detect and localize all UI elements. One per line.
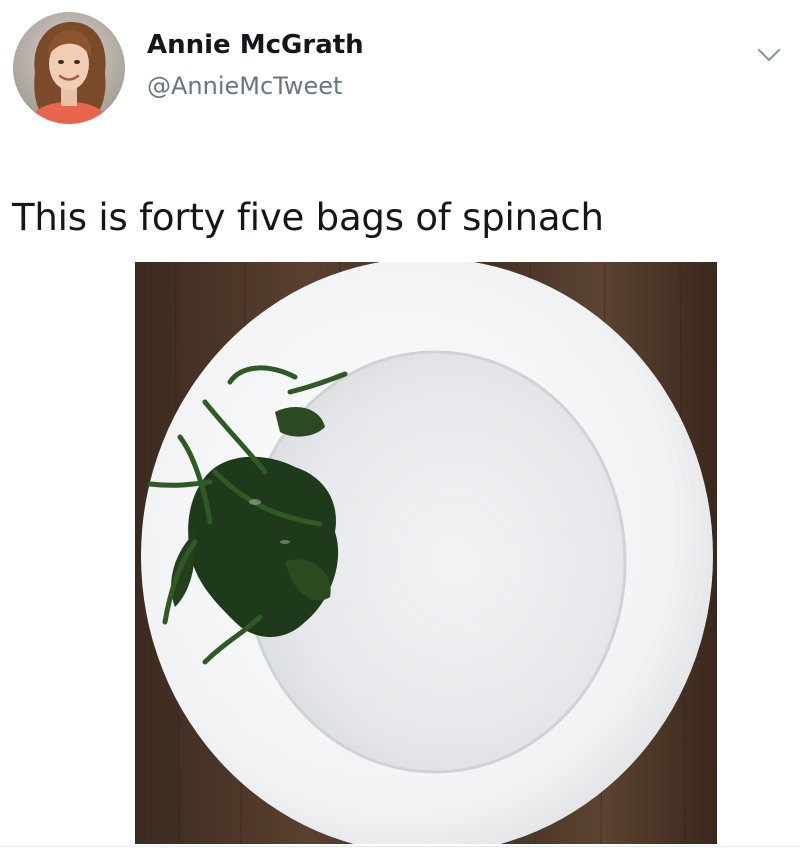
display-name[interactable]: Annie McGrath <box>147 30 364 60</box>
tweet-media-photo[interactable] <box>135 262 717 844</box>
avatar[interactable] <box>13 12 125 124</box>
plate-of-spinach-icon <box>135 262 717 844</box>
chevron-down-icon[interactable] <box>752 38 786 72</box>
divider <box>0 846 800 847</box>
user-handle[interactable]: @AnnieMcTweet <box>147 72 342 100</box>
tweet-text: This is forty five bags of spinach <box>12 196 604 239</box>
tweet-header: Annie McGrath @AnnieMcTweet <box>0 0 800 150</box>
avatar-photo-icon <box>13 12 125 124</box>
